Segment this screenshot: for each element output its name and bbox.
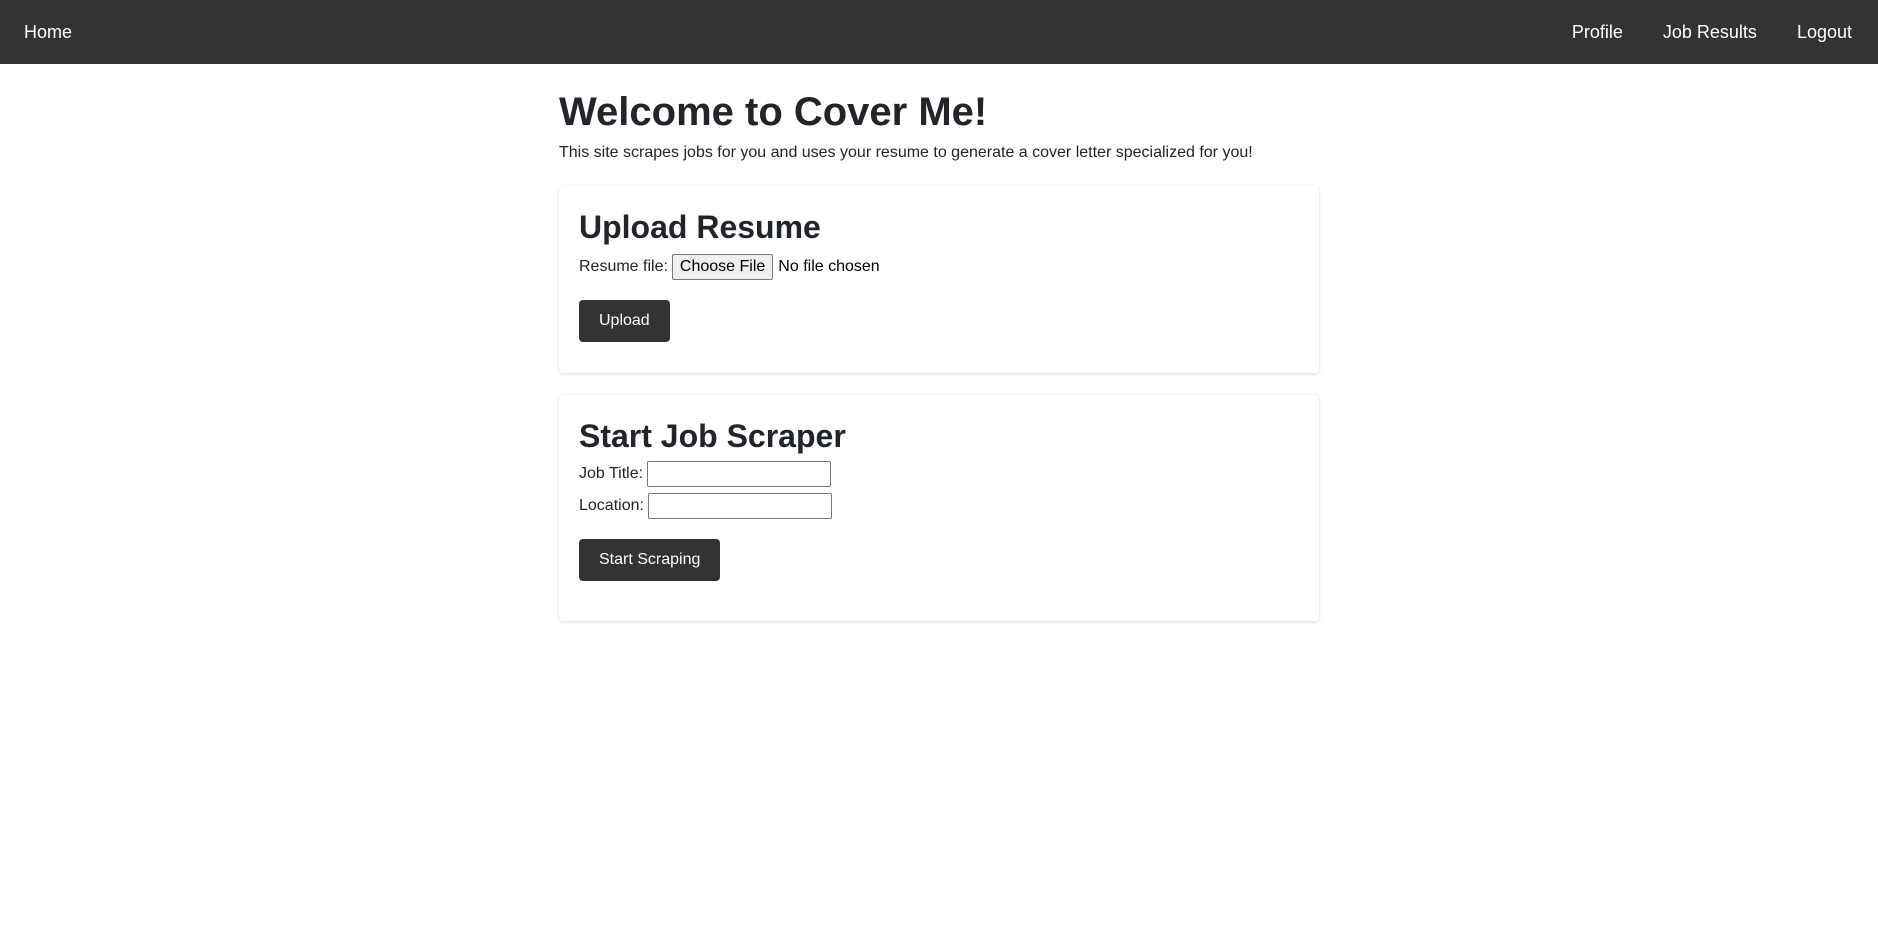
job-scraper-card: Start Job Scraper Job Title: Location: S…: [559, 395, 1319, 621]
top-navbar: Home Profile Job Results Logout: [0, 0, 1878, 64]
page-title: Welcome to Cover Me!: [559, 90, 988, 134]
file-status-text: No file chosen: [778, 258, 880, 276]
start-scraping-button[interactable]: Start Scraping: [579, 539, 721, 582]
nav-profile-link[interactable]: Profile: [1572, 22, 1623, 43]
location-label: Location:: [579, 497, 644, 515]
job-title-row: Job Title:: [579, 461, 1299, 488]
nav-right: Profile Job Results Logout: [1532, 22, 1878, 43]
upload-resume-heading: Upload Resume: [579, 209, 821, 245]
nav-left: Home: [0, 22, 72, 43]
upload-button[interactable]: Upload: [579, 300, 670, 343]
resume-file-label: Resume file:: [579, 258, 668, 276]
location-row: Location:: [579, 493, 1299, 520]
job-title-label: Job Title:: [579, 465, 644, 483]
main-content: Welcome to Cover Me! This site scrapes j…: [559, 64, 1319, 621]
choose-file-button[interactable]: Choose File: [671, 254, 774, 281]
intro-text: This site scrapes jobs for you and uses …: [559, 144, 1253, 161]
job-title-input[interactable]: [647, 461, 832, 488]
location-input[interactable]: [647, 493, 832, 520]
resume-file-row: Resume file: Choose File No file chosen: [579, 254, 1299, 281]
nav-job-results-link[interactable]: Job Results: [1663, 22, 1757, 43]
upload-resume-card: Upload Resume Resume file: Choose File N…: [559, 186, 1319, 373]
nav-home-link[interactable]: Home: [24, 22, 72, 43]
nav-logout-link[interactable]: Logout: [1797, 22, 1852, 43]
job-scraper-heading: Start Job Scraper: [579, 418, 846, 454]
